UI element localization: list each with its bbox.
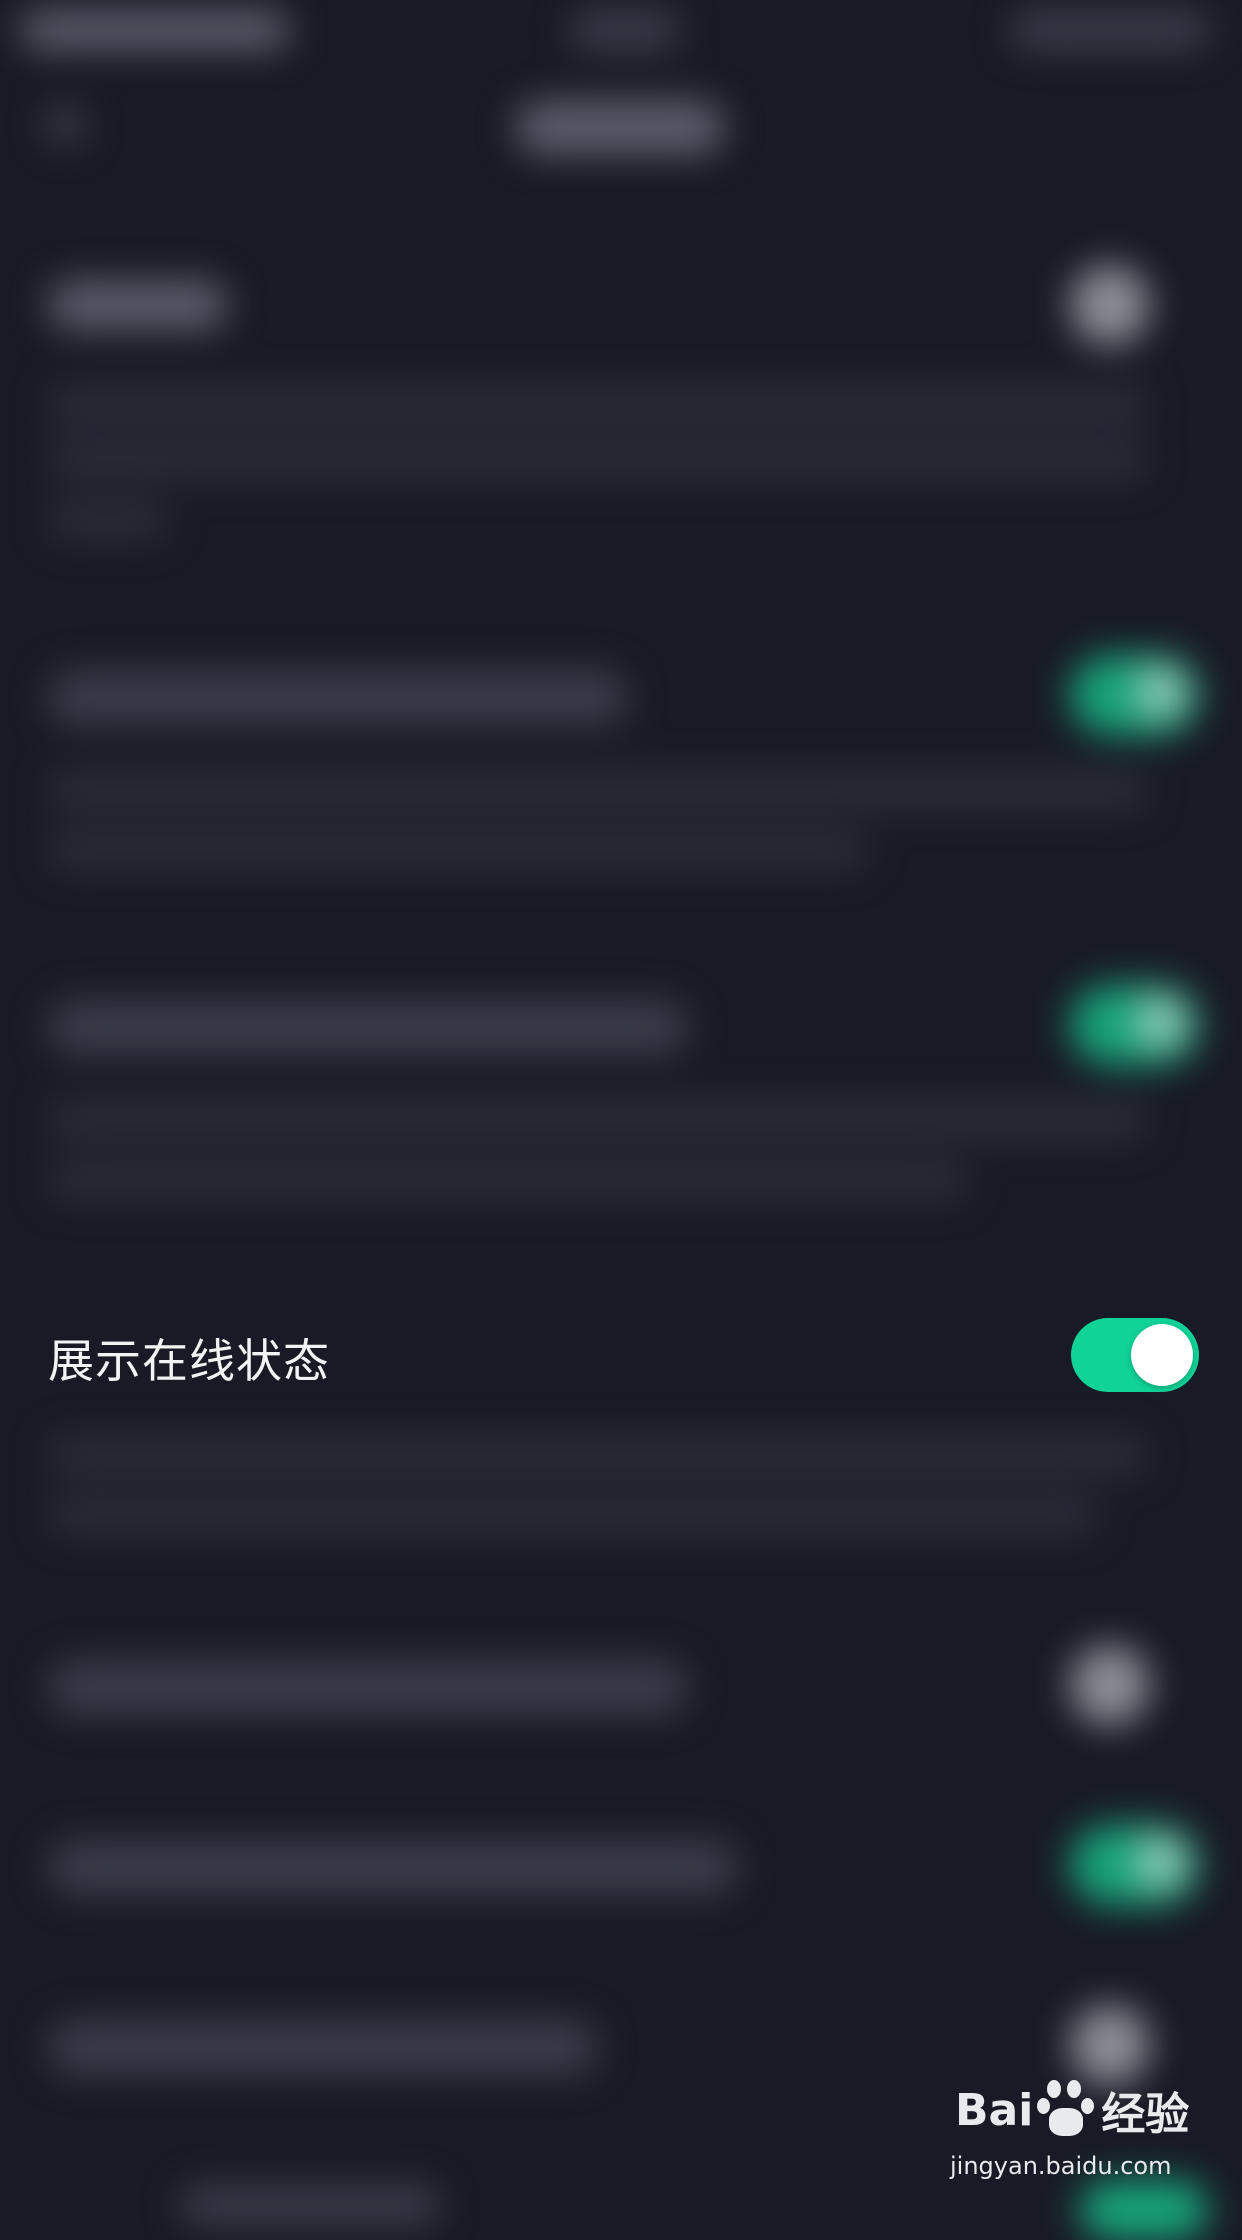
row-desc-blur	[48, 385, 1148, 425]
row-desc-blur	[48, 500, 168, 540]
row-title-blur	[48, 1660, 688, 1715]
watermark-brand: Bai 经验	[955, 2070, 1205, 2150]
row-title-blur	[48, 1000, 688, 1055]
baidu-jingyan-watermark: Bai 经验 jingyan.baidu.com	[950, 2070, 1210, 2200]
row-desc-blur	[48, 1160, 968, 1200]
switch-on-blur	[1070, 1825, 1198, 1905]
row-desc-blur	[48, 1435, 1148, 1475]
paw-icon	[1037, 2080, 1097, 2140]
back-icon-blur	[45, 105, 85, 145]
row-title-blur	[48, 1840, 738, 1895]
watermark-brand-right: 经验	[1101, 2089, 1190, 2140]
nav-title-blur	[515, 100, 725, 155]
row-desc-blur	[48, 1495, 1098, 1535]
switch-off-blur	[1070, 265, 1150, 345]
switch-off-blur	[1070, 1645, 1150, 1725]
status-bar-blur	[20, 10, 290, 50]
row-title-blur	[48, 280, 228, 330]
row-desc-blur	[48, 830, 868, 870]
watermark-url: jingyan.baidu.com	[950, 2152, 1172, 2180]
online-status-row: 展示在线状态	[0, 1305, 1242, 1405]
switch-on-blur	[1070, 655, 1198, 735]
status-bar-blur	[570, 10, 680, 50]
row-desc-blur	[48, 770, 1148, 810]
online-status-toggle[interactable]	[1071, 1318, 1199, 1392]
online-status-label: 展示在线状态	[48, 1334, 330, 1388]
row-title-blur	[48, 2020, 598, 2075]
row-title-blur	[180, 2185, 440, 2225]
watermark-brand-left: Bai	[955, 2084, 1034, 2136]
status-bar-blur	[1010, 10, 1210, 50]
row-desc-blur	[48, 440, 1148, 480]
switch-on-blur	[1070, 985, 1198, 1065]
row-title-blur	[48, 670, 628, 725]
blurred-background	[0, 0, 1242, 2240]
row-desc-blur	[48, 1100, 1148, 1140]
toggle-knob	[1131, 1324, 1193, 1386]
